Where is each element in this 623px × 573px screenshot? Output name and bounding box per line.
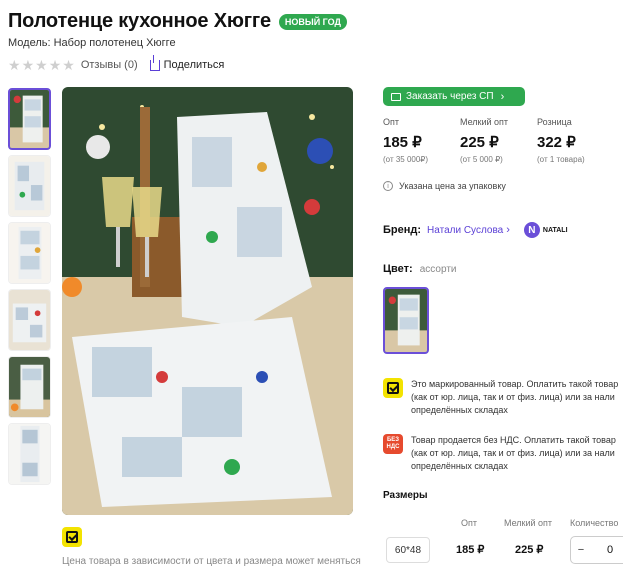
price-small-opt: Мелкий опт 225 ₽ (от 5 000 ₽) [460,117,537,164]
share-button[interactable]: Поделиться [149,54,225,71]
col-qty-header: Количество [570,518,619,528]
price-value: 185 ₽ [383,134,422,151]
thumbnail[interactable] [8,423,51,485]
brand-label: Бренд: [383,224,422,236]
price-opt: Опт 185 ₽ (от 35 000₽) [383,117,460,164]
share-label: Поделиться [163,59,225,71]
color-label: Цвет: [383,263,413,275]
notice-line: определённых складах [411,405,508,415]
thumbnail[interactable] [8,356,51,418]
notice-line: Товар продается без НДС. Оплатить такой … [411,435,616,445]
price-label: Мелкий опт [460,117,509,127]
price-variation-note: Цена товара в зависимости от цвета и раз… [62,556,361,567]
star-icon: ★ [35,57,48,73]
notice-line: определённых складах [411,461,508,471]
cart-icon [391,92,401,101]
thumbnail[interactable] [8,88,51,150]
thumbnail[interactable] [8,222,51,284]
price-condition: (от 1 товара) [537,155,585,164]
thumbnail-list [8,88,51,485]
package-note-text: Указана цена за упаковку [399,181,506,191]
col-opt-header: Опт [461,518,477,528]
marked-goods-notice: Это маркированный товар. Оплатить такой … [383,378,623,417]
no-vat-notice: БЕЗ НДС Товар продается без НДС. Оплатит… [383,434,623,473]
order-button-label: Заказать через СП [406,91,494,102]
brand-logo-text: NATALI [542,226,568,234]
chevron-right-icon: › [500,90,505,103]
brand-logo[interactable]: N NATALI [523,222,568,238]
info-icon: i [383,181,393,191]
thumbnail[interactable] [8,289,51,351]
size-price-small-opt: 225 ₽ [515,544,544,556]
color-swatch[interactable] [383,287,429,354]
product-model: Модель: Набор полотенец Хюгге [8,37,176,49]
star-icon: ★ [21,57,35,73]
size-option[interactable]: 60*48 [386,537,430,563]
price-value: 225 ₽ [460,134,499,151]
price-condition: (от 35 000₽) [383,155,429,164]
decrement-button[interactable]: − [571,544,591,556]
brand-link[interactable]: Натали Суслова [427,225,503,236]
rating-row: ★ ★ ★ ★ ★ Отзывы (0) Поделиться [8,54,225,72]
marking-icon [62,527,82,547]
package-price-note: i Указана цена за упаковку [383,181,506,191]
new-year-badge: НОВЫЙ ГОД [278,13,347,30]
share-icon [149,54,160,71]
price-label: Розница [537,117,572,127]
star-icon: ★ [48,57,62,73]
quantity-stepper[interactable]: − 0 [570,536,623,564]
product-title: Полотенце кухонное Хюгге [8,10,271,32]
price-table: Опт 185 ₽ (от 35 000₽) Мелкий опт 225 ₽ … [383,117,614,164]
chevron-right-icon: › [506,224,510,236]
sizes-title: Размеры [383,490,428,501]
price-condition: (от 5 000 ₽) [460,155,503,164]
price-retail: Розница 322 ₽ (от 1 товара) [537,117,614,164]
notice-line: (как от юр. лица, так и от физ. лица) ил… [411,448,615,458]
star-icon: ★ [62,57,75,73]
product-header: Полотенце кухонное Хюгге НОВЫЙ ГОД [8,10,347,33]
notice-line: (как от юр. лица, так и от физ. лица) ил… [411,392,615,402]
price-value: 322 ₽ [537,134,576,151]
marking-icon [383,378,403,398]
quantity-value[interactable]: 0 [591,544,623,556]
color-row: Цвет: ассорти [383,263,457,275]
col-small-opt-header: Мелкий опт [504,518,553,528]
natali-logo-icon: N [523,222,540,238]
price-label: Опт [383,117,399,127]
brand-row: Бренд: Натали Суслова › N NATALI [383,222,568,238]
thumbnail[interactable] [8,155,51,217]
reviews-link[interactable]: Отзывы (0) [81,59,138,71]
no-vat-icon: БЕЗ НДС [383,434,403,454]
main-product-image[interactable] [62,87,353,515]
size-price-opt: 185 ₽ [456,544,485,556]
color-value: ассорти [419,264,457,275]
rating-stars: ★ ★ ★ ★ ★ [8,58,75,72]
star-icon: ★ [8,57,21,73]
order-via-sp-button[interactable]: Заказать через СП › [383,87,525,106]
notice-line: Это маркированный товар. Оплатить такой … [411,379,619,389]
